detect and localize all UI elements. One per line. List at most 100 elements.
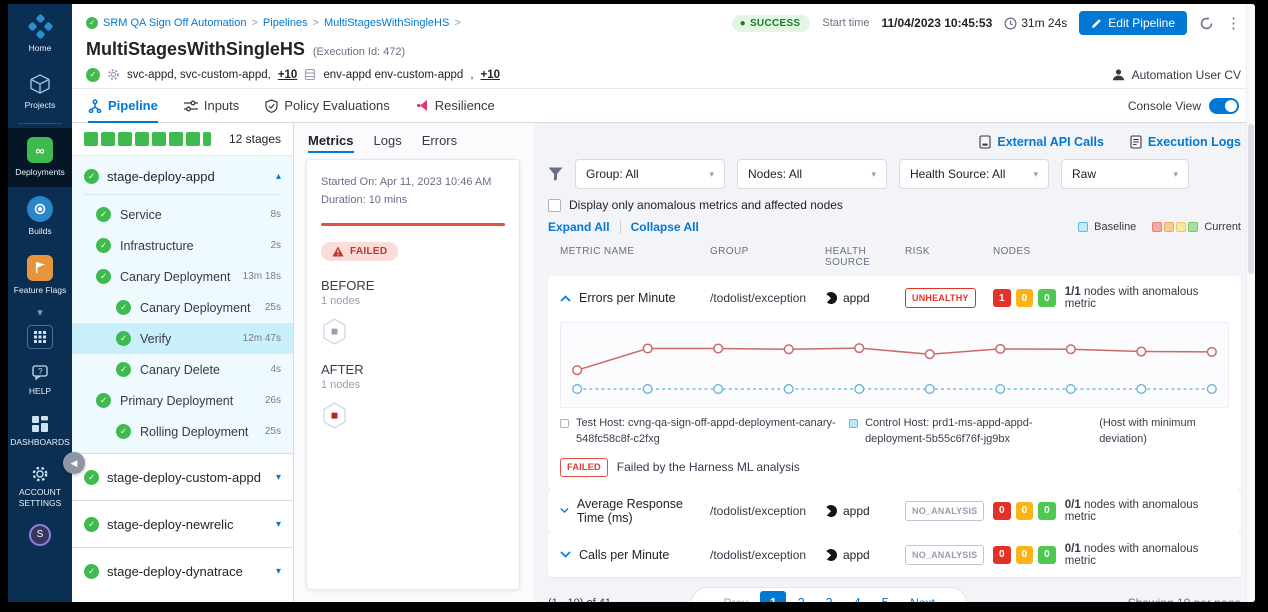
metric-row-header[interactable]: Average Response Time (ms) /todolist/exc… bbox=[548, 489, 1241, 533]
verify-progress-bar bbox=[321, 223, 505, 226]
chevron-up-icon[interactable]: ▴ bbox=[276, 171, 281, 182]
pagination-range: (1 - 10) of 41 bbox=[548, 597, 611, 602]
console-view-toggle[interactable] bbox=[1209, 98, 1239, 114]
node-count-green: 0 bbox=[1038, 502, 1056, 520]
sidebar-label-deployments: Deployments bbox=[15, 167, 65, 178]
pagination-prev-button[interactable]: ← Prev bbox=[698, 592, 758, 602]
stage-success-icon: ✓ bbox=[84, 564, 99, 579]
external-api-calls-link[interactable]: External API Calls bbox=[979, 135, 1104, 149]
pagination-page-1[interactable]: 1 bbox=[760, 591, 786, 602]
metric-name: Average Response Time (ms) bbox=[577, 497, 710, 525]
step-row-canary-delete[interactable]: ✓ Canary Delete 4s bbox=[72, 354, 293, 385]
tab-metrics[interactable]: Metrics bbox=[308, 123, 354, 157]
tab-logs[interactable]: Logs bbox=[374, 123, 402, 157]
sidebar-item-help[interactable]: ? HELP bbox=[8, 355, 72, 406]
collapse-all-link[interactable]: Collapse All bbox=[631, 220, 699, 234]
after-node-hexagon[interactable] bbox=[321, 401, 505, 430]
sidebar-item-builds[interactable]: Builds bbox=[8, 187, 72, 246]
sidebar-item-feature-flags[interactable]: Feature Flags bbox=[8, 246, 72, 305]
control-host-label: Control Host: prd1-ms-appd-appd-deployme… bbox=[865, 416, 1089, 448]
health-source-filter-select[interactable]: Health Source: All▾ bbox=[899, 159, 1049, 189]
chevron-down-icon[interactable]: ▾ bbox=[276, 519, 281, 530]
scrollbar-thumb[interactable] bbox=[1248, 124, 1254, 274]
step-row-service[interactable]: ✓ Service 8s bbox=[72, 199, 293, 230]
anomalous-only-checkbox[interactable] bbox=[548, 199, 561, 212]
sidebar-item-deployments[interactable]: ∞ Deployments bbox=[8, 128, 72, 187]
kebab-menu-icon[interactable]: ⋮ bbox=[1226, 14, 1241, 32]
breadcrumb-pipelines[interactable]: Pipelines bbox=[263, 17, 308, 29]
expand-all-link[interactable]: Expand All bbox=[548, 220, 610, 234]
envs-more-link[interactable]: +10 bbox=[481, 69, 501, 81]
test-host-item: Test Host: cvng-qa-sign-off-appd-deploym… bbox=[560, 416, 839, 448]
health-source-name: appd bbox=[843, 291, 870, 305]
metric-row-header[interactable]: Calls per Minute /todolist/exception app… bbox=[548, 533, 1241, 577]
stage-row-newrelic[interactable]: ✓ stage-deploy-newrelic ▾ bbox=[72, 500, 293, 547]
sidebar-item-dashboards[interactable]: DASHBOARDS bbox=[8, 406, 72, 457]
chevron-down-icon[interactable]: ▾ bbox=[276, 566, 281, 577]
before-node-hexagon[interactable] bbox=[321, 317, 505, 346]
pagination-page-3[interactable]: 3 bbox=[816, 591, 842, 602]
metric-chart-svg bbox=[561, 323, 1228, 407]
feature-flags-icon bbox=[27, 255, 53, 281]
breadcrumb-pipeline-name[interactable]: MultiStagesWithSingleHS bbox=[324, 17, 449, 29]
chart-legend: Baseline Current bbox=[1078, 221, 1241, 233]
chevron-down-icon[interactable]: ▾ bbox=[276, 472, 281, 483]
chevron-down-icon[interactable] bbox=[560, 507, 569, 514]
stage-name: stage-deploy-appd bbox=[107, 169, 268, 184]
sidebar-item-projects[interactable]: Projects bbox=[8, 63, 72, 120]
step-row-infrastructure[interactable]: ✓ Infrastructure 2s bbox=[72, 230, 293, 261]
breadcrumb-separator: > bbox=[313, 17, 319, 29]
group-filter-select[interactable]: Group: All▾ bbox=[575, 159, 725, 189]
chevron-up-icon[interactable] bbox=[560, 295, 571, 302]
link-separator bbox=[620, 220, 621, 234]
step-row-canary-deployment-group[interactable]: ✓ Canary Deployment 13m 18s bbox=[72, 261, 293, 292]
pencil-icon bbox=[1091, 18, 1102, 29]
services-list: svc-appd, svc-custom-appd, bbox=[127, 69, 271, 81]
appdynamics-icon bbox=[823, 546, 840, 563]
stage-row-appd[interactable]: ✓ stage-deploy-appd ▴ bbox=[72, 156, 293, 194]
test-host-checkbox[interactable] bbox=[560, 419, 569, 428]
test-host-label: Test Host: cvng-qa-sign-off-appd-deploym… bbox=[576, 416, 839, 448]
tab-resilience[interactable]: Resilience bbox=[416, 89, 495, 122]
pagination-page-4[interactable]: 4 bbox=[844, 591, 870, 602]
module-grid-button[interactable] bbox=[27, 325, 53, 349]
tab-policy-evaluations[interactable]: Policy Evaluations bbox=[265, 89, 390, 122]
chevron-down-icon[interactable] bbox=[560, 551, 571, 558]
step-name: Service bbox=[120, 208, 261, 222]
sidebar-collapse-chevron-icon[interactable]: ▾ bbox=[8, 304, 72, 321]
sidebar-avatar[interactable]: S bbox=[29, 524, 51, 546]
step-row-canary-deployment[interactable]: ✓ Canary Deployment 25s bbox=[72, 292, 293, 323]
baseline-legend-swatch bbox=[1078, 222, 1088, 232]
edit-pipeline-button[interactable]: Edit Pipeline bbox=[1079, 11, 1187, 35]
step-row-primary-deployment[interactable]: ✓ Primary Deployment 26s bbox=[72, 385, 293, 416]
main-column: ✓ SRM QA Sign Off Automation > Pipelines… bbox=[72, 4, 1255, 602]
stage-count: 12 stages bbox=[229, 132, 281, 146]
step-row-rolling-deployment[interactable]: ✓ Rolling Deployment 25s bbox=[72, 416, 293, 447]
breadcrumb-project[interactable]: SRM QA Sign Off Automation bbox=[103, 17, 246, 29]
stage-row-custom-appd[interactable]: ✓ stage-deploy-custom-appd ▾ bbox=[72, 453, 293, 500]
raw-mode-select[interactable]: Raw▾ bbox=[1061, 159, 1189, 189]
service-gear-icon bbox=[107, 68, 120, 81]
vertical-scrollbar[interactable] bbox=[1246, 4, 1255, 602]
metric-row-header[interactable]: Errors per Minute /todolist/exception ap… bbox=[548, 276, 1241, 320]
execution-logs-link[interactable]: Execution Logs bbox=[1130, 135, 1241, 149]
refresh-icon[interactable] bbox=[1199, 16, 1214, 31]
execution-id: (Execution Id: 472) bbox=[313, 46, 405, 58]
tab-errors[interactable]: Errors bbox=[422, 123, 457, 157]
services-more-link[interactable]: +10 bbox=[278, 69, 298, 81]
sidebar-item-home[interactable]: Home bbox=[8, 4, 72, 63]
step-success-icon: ✓ bbox=[96, 238, 111, 253]
started-on: Started On: Apr 11, 2023 10:46 AM bbox=[321, 174, 505, 192]
stage-row-dynatrace[interactable]: ✓ stage-deploy-dynatrace ▾ bbox=[72, 547, 293, 594]
step-row-verify[interactable]: ✓ Verify 12m 47s bbox=[72, 323, 293, 354]
pagination-page-5[interactable]: 5 bbox=[872, 591, 898, 602]
filter-funnel-icon[interactable] bbox=[548, 167, 563, 181]
nodes-filter-select[interactable]: Nodes: All▾ bbox=[737, 159, 887, 189]
control-host-checkbox[interactable] bbox=[849, 419, 858, 428]
tab-pipeline[interactable]: Pipeline bbox=[88, 89, 158, 122]
step-success-icon: ✓ bbox=[96, 393, 111, 408]
pagination-page-2[interactable]: 2 bbox=[788, 591, 814, 602]
tab-inputs[interactable]: Inputs bbox=[184, 89, 239, 122]
pipeline-icon bbox=[88, 99, 102, 113]
pagination-next-button[interactable]: Next → bbox=[900, 592, 960, 602]
